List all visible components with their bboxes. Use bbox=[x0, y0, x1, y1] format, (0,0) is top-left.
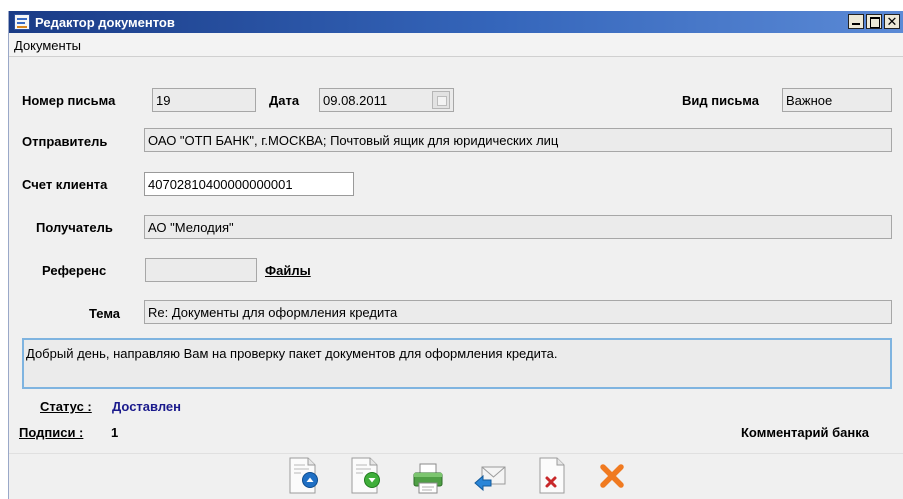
letter-type-label: Вид письма bbox=[682, 93, 759, 108]
status-label: Статус : bbox=[40, 399, 92, 414]
reply-button[interactable] bbox=[473, 456, 507, 496]
status-value: Доставлен bbox=[112, 399, 182, 414]
doc-down-icon bbox=[351, 457, 380, 494]
minimize-button[interactable] bbox=[848, 14, 864, 29]
date-label: Дата bbox=[269, 93, 300, 108]
close-form-button[interactable] bbox=[595, 456, 629, 496]
delete-doc-button[interactable] bbox=[535, 456, 569, 496]
client-account-field[interactable]: 40702810400000000001 bbox=[144, 172, 354, 196]
title-bar[interactable]: Редактор документов ✕ bbox=[9, 11, 903, 33]
print-icon bbox=[413, 463, 443, 494]
doc-up-button[interactable] bbox=[287, 456, 321, 496]
close-button[interactable]: ✕ bbox=[884, 14, 900, 29]
close-x-icon bbox=[600, 464, 624, 488]
client-account-label: Счет клиента bbox=[22, 177, 108, 192]
window-title: Редактор документов bbox=[35, 15, 175, 30]
bank-comment-label: Комментарий банка bbox=[741, 425, 870, 440]
signatures-count: 1 bbox=[111, 425, 119, 440]
reference-label: Референс bbox=[42, 263, 107, 278]
print-button[interactable] bbox=[411, 456, 445, 496]
reference-field[interactable] bbox=[145, 258, 257, 282]
delete-doc-icon bbox=[539, 457, 565, 494]
signatures-label[interactable]: Подписи : bbox=[19, 425, 83, 440]
sender-field[interactable]: ОАО "ОТП БАНК", г.МОСКВА; Почтовый ящик … bbox=[144, 128, 892, 152]
message-body-textarea[interactable]: Добрый день, направляю Вам на проверку п… bbox=[22, 338, 892, 389]
menu-documents[interactable]: Документы bbox=[14, 38, 81, 53]
letter-type-field[interactable]: Важное bbox=[782, 88, 892, 112]
sender-label: Отправитель bbox=[22, 134, 108, 149]
subject-field[interactable]: Re: Документы для оформления кредита bbox=[144, 300, 892, 324]
reply-icon bbox=[474, 466, 506, 492]
letter-number-field[interactable]: 19 bbox=[152, 88, 256, 112]
recipient-label: Получатель bbox=[36, 220, 113, 235]
recipient-field[interactable]: АО "Мелодия" bbox=[144, 215, 892, 239]
toolbar-divider bbox=[9, 453, 903, 454]
doc-up-icon bbox=[289, 457, 318, 494]
subject-label: Тема bbox=[89, 306, 121, 321]
app-icon bbox=[14, 14, 30, 30]
menu-bar: Документы bbox=[9, 33, 903, 57]
document-editor-window: Редактор документов ✕ Документы Номер пи… bbox=[8, 11, 903, 499]
letter-number-label: Номер письма bbox=[22, 93, 116, 108]
doc-down-button[interactable] bbox=[349, 456, 383, 496]
maximize-button[interactable] bbox=[866, 14, 882, 29]
files-link[interactable]: Файлы bbox=[265, 263, 311, 278]
date-value: 09.08.2011 bbox=[323, 93, 388, 108]
calendar-button[interactable] bbox=[432, 91, 450, 109]
